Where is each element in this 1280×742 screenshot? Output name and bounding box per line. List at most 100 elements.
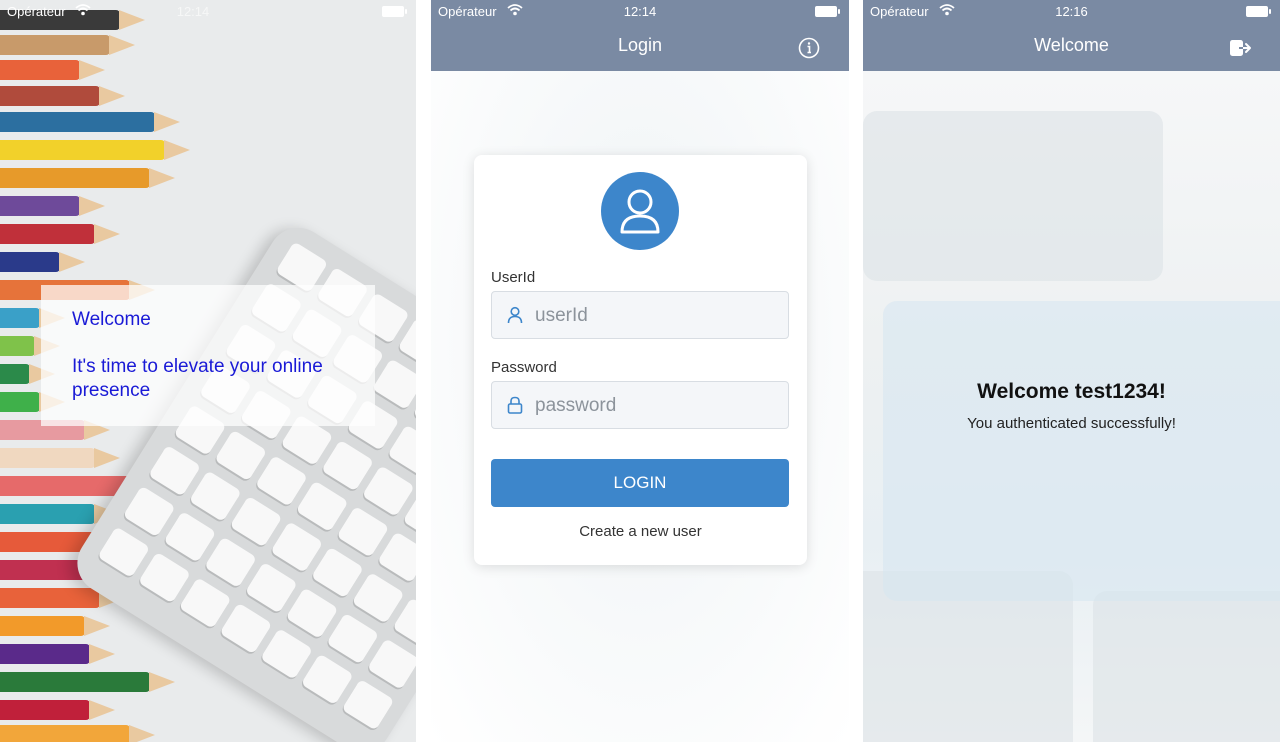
status-bar: Opérateur 12:14 xyxy=(0,0,416,22)
page-title: Login xyxy=(617,35,663,55)
pencil-shape xyxy=(0,725,155,742)
keyboard-key xyxy=(351,572,405,624)
pencil-shape xyxy=(0,672,175,692)
logout-icon[interactable] xyxy=(1228,36,1252,60)
pencil-shape xyxy=(0,364,55,384)
keyboard-key xyxy=(321,439,375,492)
keyboard-key xyxy=(341,678,395,731)
login-screen: Opérateur 12:14 Login UserId userId Pass… xyxy=(431,0,849,742)
splash-screen: Opérateur 12:14 Welcome It's time to ele… xyxy=(0,0,416,742)
password-field[interactable]: password xyxy=(491,381,789,429)
pencil-shape xyxy=(0,35,135,55)
pencil-shape xyxy=(0,224,120,244)
keyboard-key xyxy=(214,429,268,482)
create-user-link[interactable]: Create a new user xyxy=(474,523,807,540)
pencil-tip xyxy=(149,672,175,692)
keyboard-key xyxy=(326,612,380,665)
pencil-shape xyxy=(0,336,60,356)
userid-label: UserId xyxy=(491,269,536,286)
pencil-tip xyxy=(84,616,110,636)
login-navbar: Opérateur 12:14 Login xyxy=(431,0,849,71)
pencil-shape xyxy=(0,504,120,524)
welcome-subtitle: It's time to elevate your online presenc… xyxy=(72,356,323,401)
pencil-shape xyxy=(0,60,105,80)
pencil-tip xyxy=(79,196,105,216)
pencil-tip xyxy=(59,252,85,272)
pencil-tip xyxy=(94,224,120,244)
pencil-shape xyxy=(0,588,125,608)
battery-icon xyxy=(382,6,407,17)
keyboard-key xyxy=(137,551,191,604)
auth-success-message: You authenticated successfully! xyxy=(967,415,1176,432)
status-time: 12:14 xyxy=(176,4,210,19)
pencil-shape xyxy=(0,476,155,496)
battery-icon xyxy=(815,6,840,17)
keyboard-key xyxy=(163,511,217,563)
keyboard-key xyxy=(204,536,258,589)
welcome-panel: Welcome It's time to elevate your online… xyxy=(41,285,375,426)
background-key-shape xyxy=(1093,591,1280,742)
welcome-heading: Welcome test1234! xyxy=(977,380,1166,403)
pencil-tip xyxy=(99,86,125,106)
status-bar: Opérateur 12:16 xyxy=(863,0,1280,22)
keyboard-key xyxy=(229,495,283,548)
keyboard-key xyxy=(285,587,339,640)
keyboard-key xyxy=(371,358,416,411)
pencil-tip xyxy=(79,60,105,80)
battery-icon xyxy=(1246,6,1271,17)
keyboard-key xyxy=(260,628,314,680)
pencil-tip xyxy=(89,700,115,720)
lock-icon xyxy=(507,396,523,414)
pencil-shape xyxy=(0,308,65,328)
background-key-shape xyxy=(863,111,1163,281)
pencil-shape xyxy=(0,252,85,272)
welcome-background xyxy=(863,71,1280,742)
keyboard-key xyxy=(188,470,242,523)
info-icon[interactable] xyxy=(797,36,821,60)
pencil-tip xyxy=(154,112,180,132)
pencil-tip xyxy=(149,168,175,188)
status-bar: Opérateur 12:14 xyxy=(431,0,849,22)
welcome-heading: Welcome xyxy=(72,309,151,330)
pencil-shape xyxy=(0,140,190,160)
keyboard-key xyxy=(366,638,416,690)
pencil-tip xyxy=(89,644,115,664)
pencil-shape xyxy=(0,700,115,720)
pencil-shape xyxy=(0,448,120,468)
pencil-shape xyxy=(0,644,115,664)
pencil-shape xyxy=(0,168,175,188)
pencil-tip xyxy=(109,35,135,55)
keyboard-key xyxy=(97,526,151,578)
pencil-tip xyxy=(164,140,190,160)
keyboard-key xyxy=(122,485,176,538)
pencil-shape xyxy=(0,196,105,216)
login-card: UserId userId Password password LOGIN Cr… xyxy=(474,155,807,565)
keyboard-key xyxy=(254,455,308,507)
pencil-shape xyxy=(0,112,180,132)
pencil-shape xyxy=(0,616,110,636)
welcome-navbar: Opérateur 12:16 Welcome xyxy=(863,0,1280,71)
keyboard-key xyxy=(295,480,349,533)
userid-placeholder: userId xyxy=(535,305,588,326)
status-time: 12:14 xyxy=(623,4,657,19)
user-icon xyxy=(620,189,660,234)
background-key-shape xyxy=(883,301,1280,601)
user-icon xyxy=(507,306,523,324)
keyboard-key xyxy=(336,505,390,558)
avatar xyxy=(601,172,679,250)
keyboard-key xyxy=(310,546,364,599)
password-placeholder: password xyxy=(535,395,617,416)
keyboard-key xyxy=(244,561,298,614)
password-label: Password xyxy=(491,359,557,376)
userid-field[interactable]: userId xyxy=(491,291,789,339)
welcome-screen: Opérateur 12:16 Welcome Welcome test1234… xyxy=(863,0,1280,742)
pencil-shape xyxy=(0,86,125,106)
keyboard-key xyxy=(270,521,324,573)
login-button[interactable]: LOGIN xyxy=(491,459,789,507)
pencil-tip xyxy=(129,725,155,742)
keyboard-key xyxy=(300,653,354,706)
keyboard-key xyxy=(377,531,416,584)
pencil-shape xyxy=(0,392,65,412)
page-title: Welcome xyxy=(1034,35,1109,55)
status-time: 12:16 xyxy=(1055,4,1088,19)
